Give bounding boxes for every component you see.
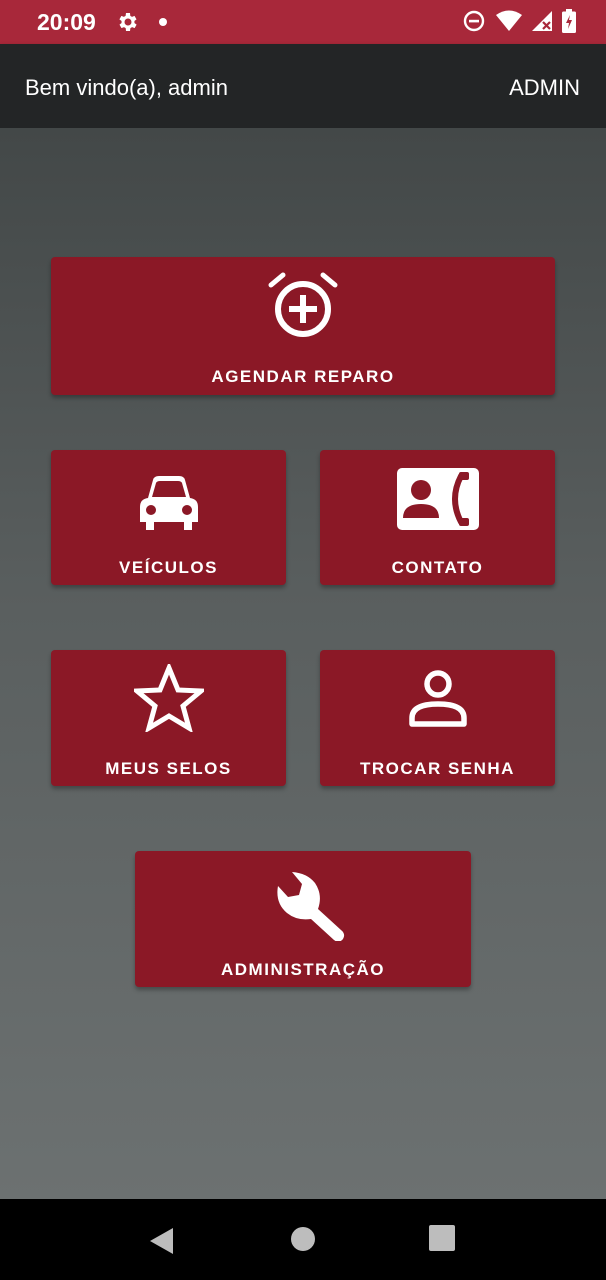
app-bar: Bem vindo(a), admin ADMIN: [0, 44, 606, 128]
veiculos-label: VEÍCULOS: [119, 558, 218, 577]
agendar-reparo-label: AGENDAR REPARO: [211, 367, 395, 386]
star-icon: [133, 664, 204, 732]
recents-icon[interactable]: [425, 1223, 461, 1259]
wifi-icon: [496, 10, 522, 31]
main-content: AGENDAR REPARO VEÍCULOS CONTATO MEUS SEL…: [0, 128, 606, 1199]
administracao-label: ADMINISTRAÇÃO: [221, 960, 385, 979]
notification-dot: [159, 18, 167, 26]
person-icon: [408, 670, 467, 727]
settings-icon: [119, 13, 137, 31]
contato-label: CONTATO: [391, 558, 484, 577]
back-icon[interactable]: [143, 1223, 179, 1259]
battery-icon: [562, 9, 576, 33]
trocar-senha-button[interactable]: TROCAR SENHA: [320, 650, 555, 786]
alarm-add-icon: [268, 272, 338, 337]
meus-selos-button[interactable]: MEUS SELOS: [51, 650, 286, 786]
meus-selos-label: MEUS SELOS: [105, 759, 232, 778]
home-icon[interactable]: [285, 1223, 321, 1259]
agendar-reparo-button[interactable]: AGENDAR REPARO: [51, 257, 555, 395]
contato-button[interactable]: CONTATO: [320, 450, 555, 585]
status-icons: [462, 9, 576, 33]
wrench-icon: [277, 872, 345, 941]
contact-phone-icon: [396, 468, 479, 530]
trocar-senha-label: TROCAR SENHA: [360, 759, 515, 778]
status-bar: 20:09: [0, 0, 606, 44]
do-not-disturb-icon: [463, 10, 485, 32]
administracao-button[interactable]: ADMINISTRAÇÃO: [135, 851, 471, 987]
status-time: 20:09: [37, 9, 96, 35]
welcome-text: Bem vindo(a), admin: [25, 75, 228, 100]
car-icon: [139, 476, 198, 530]
navigation-bar: [0, 1199, 606, 1280]
role-badge: ADMIN: [509, 75, 580, 100]
signal-icon: [532, 11, 552, 31]
veiculos-button[interactable]: VEÍCULOS: [51, 450, 286, 585]
